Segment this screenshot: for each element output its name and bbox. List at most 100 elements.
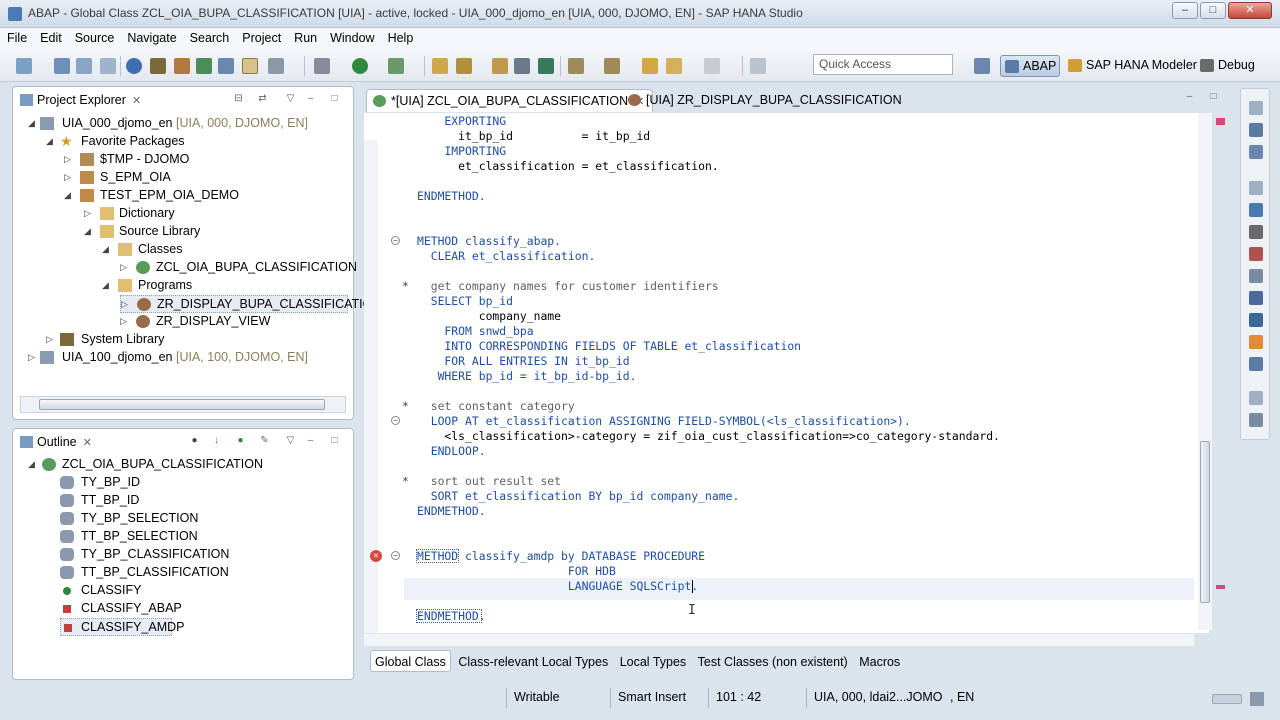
tab-class-relevant-local-types[interactable]: Class-relevant Local Types	[454, 651, 612, 673]
open-icon[interactable]	[432, 58, 448, 74]
new-icon[interactable]	[16, 58, 32, 74]
perspective-abap[interactable]: ABAP	[1000, 55, 1060, 77]
error-overview-marker[interactable]	[1216, 585, 1225, 589]
perspective-hana-modeler[interactable]: SAP HANA Modeler	[1064, 55, 1201, 77]
toggle-icon[interactable]	[242, 58, 258, 74]
view-icon[interactable]	[1249, 357, 1263, 371]
perspective-debug[interactable]: Debug	[1196, 55, 1259, 77]
outline-item-selected[interactable]: CLASSIFY_AMDP	[60, 618, 185, 636]
tab-local-types[interactable]: Local Types	[616, 651, 690, 673]
quick-access-input[interactable]: Quick Access	[813, 54, 953, 75]
menu-edit[interactable]: Edit	[33, 28, 68, 45]
fold-icon[interactable]: −	[391, 416, 400, 425]
package-icon	[80, 171, 94, 184]
print-icon[interactable]	[100, 58, 116, 74]
minimize-view-icon[interactable]: –	[305, 436, 316, 447]
tab-zr-display-bupa[interactable]: [UIA] ZR_DISPLAY_BUPA_CLASSIFICATION	[622, 89, 910, 112]
view-menu-icon[interactable]: ▽	[285, 94, 296, 105]
tab-project-explorer[interactable]: Project Explorer ✕	[15, 89, 148, 111]
tree-node-zr-display-bupa[interactable]: ▷ ZR_DISPLAY_BUPA_CLASSIFICATION	[120, 295, 381, 313]
editor-hscroll[interactable]	[364, 634, 1194, 646]
fold-icon[interactable]: −	[391, 236, 400, 245]
menu-run[interactable]: Run	[287, 28, 323, 45]
code-line: ENDMETHOD.	[417, 504, 486, 518]
edit-icon[interactable]	[218, 58, 234, 74]
check-icon[interactable]	[126, 58, 142, 74]
next-annotation-icon[interactable]	[568, 58, 584, 74]
view-icon[interactable]	[1249, 203, 1263, 217]
maximize-button[interactable]: □	[1200, 2, 1226, 19]
error-icon[interactable]: ✕	[370, 550, 382, 562]
restore-icon[interactable]	[1249, 101, 1263, 115]
open-perspective-icon[interactable]	[974, 58, 990, 74]
tab-macros[interactable]: Macros	[855, 651, 904, 673]
run-config-icon[interactable]	[388, 58, 404, 74]
menu-project[interactable]: Project	[235, 28, 287, 45]
close-icon[interactable]: ✕	[132, 95, 141, 107]
activate-icon[interactable]	[174, 58, 190, 74]
view-icon[interactable]	[1249, 291, 1263, 305]
refresh-icon[interactable]	[196, 58, 212, 74]
annotate-icon[interactable]	[514, 58, 530, 74]
maximize-view-icon[interactable]: □	[329, 436, 340, 447]
view-icon[interactable]	[1249, 145, 1263, 159]
close-icon[interactable]: ✕	[83, 437, 92, 449]
view-icon[interactable]	[1249, 225, 1263, 239]
code-editor[interactable]: − − − ✕ * * * EXPORTING it_bp_id = it_bp…	[364, 113, 1209, 633]
status-cursor-position: 101 : 42	[716, 690, 762, 704]
maximize-view-icon[interactable]: □	[329, 94, 340, 105]
forward-icon[interactable]	[704, 58, 720, 74]
error-overview-marker[interactable]	[1216, 118, 1225, 125]
folder-icon[interactable]	[492, 58, 508, 74]
save-icon[interactable]	[54, 58, 70, 74]
minimize-button[interactable]: –	[1172, 2, 1198, 19]
menu-source[interactable]: Source	[68, 28, 121, 45]
prev-annotation-icon[interactable]	[604, 58, 620, 74]
back-icon[interactable]	[666, 58, 682, 74]
scroll-thumb[interactable]	[39, 399, 325, 410]
background-tasks-icon[interactable]	[1250, 692, 1264, 706]
save-all-icon[interactable]	[76, 58, 92, 74]
view-icon[interactable]	[1249, 123, 1263, 137]
back-edit-icon[interactable]	[642, 58, 658, 74]
view-icon[interactable]	[1249, 269, 1263, 283]
menu-window[interactable]: Window	[323, 28, 380, 45]
sort-icon[interactable]: ↓	[211, 436, 222, 447]
tab-global-class[interactable]: Global Class	[370, 650, 451, 672]
menu-search[interactable]: Search	[183, 28, 236, 45]
view-icon[interactable]	[1249, 313, 1263, 327]
view-icon[interactable]	[1249, 413, 1263, 427]
shield-icon[interactable]	[538, 58, 554, 74]
rss-icon[interactable]	[1249, 335, 1263, 349]
code-comment: set constant category	[417, 399, 575, 413]
view-menu-icon[interactable]: ▽	[285, 436, 296, 447]
wizard-icon[interactable]	[268, 58, 284, 74]
collapse-all-icon[interactable]: ⊟	[233, 94, 244, 105]
link-editor-icon[interactable]: ⇄	[257, 94, 268, 105]
menu-navigate[interactable]: Navigate	[120, 28, 182, 45]
hide-fields-icon[interactable]: ✎	[259, 436, 270, 447]
public-filter-icon[interactable]: ●	[235, 436, 246, 447]
menu-help[interactable]: Help	[381, 28, 420, 45]
run-icon[interactable]	[352, 58, 368, 74]
restore-icon[interactable]	[1249, 181, 1263, 195]
tab-test-classes[interactable]: Test Classes (non existent)	[694, 651, 852, 673]
menu-file[interactable]: File	[0, 28, 33, 45]
tab-outline[interactable]: Outline ✕	[15, 431, 98, 453]
pin-icon[interactable]	[456, 58, 472, 74]
minimize-editor-icon[interactable]: –	[1184, 92, 1195, 103]
bug-icon[interactable]	[150, 58, 166, 74]
editor-vscroll[interactable]	[1198, 113, 1212, 630]
gear-icon[interactable]	[314, 58, 330, 74]
pin-editor-icon[interactable]	[750, 58, 766, 74]
filter-icon[interactable]: ●	[189, 436, 200, 447]
view-icon[interactable]	[1249, 247, 1263, 261]
fold-icon[interactable]: −	[391, 551, 400, 560]
maximize-editor-icon[interactable]: □	[1208, 92, 1219, 103]
restore-icon[interactable]	[1249, 391, 1263, 405]
minimize-view-icon[interactable]: –	[305, 94, 316, 105]
close-button[interactable]: ✕	[1228, 2, 1272, 19]
project-explorer-hscroll[interactable]	[20, 396, 346, 413]
tab-zcl-oia-bupa[interactable]: *[UIA] ZCL_OIA_BUPA_CLASSIFICATION✕	[366, 89, 654, 112]
scroll-thumb[interactable]	[1200, 441, 1210, 603]
